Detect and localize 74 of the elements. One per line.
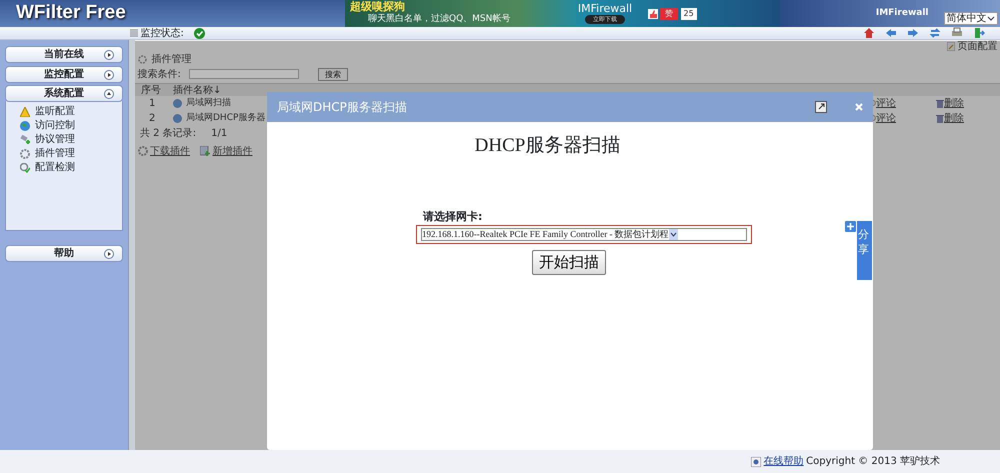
dropdown-caret-icon (668, 229, 678, 240)
page-config-icon (947, 42, 955, 50)
nic-label: 请选择网卡: (423, 208, 482, 224)
banner-tagline: 聊天黑白名单，过滤QQ、MSN帐号 (367, 12, 512, 26)
sidebar-item[interactable]: 监听配置 (35, 104, 75, 119)
page-config-link[interactable]: 页面配置 (958, 38, 998, 54)
nic-select[interactable]: 192.168.1.160--Realtek PCIe FE Family Controller - 数据包计划程 (421, 228, 747, 241)
grip-icon (130, 28, 138, 38)
back-arrow-icon[interactable] (885, 27, 897, 39)
popout-icon[interactable] (815, 101, 827, 113)
page-indicator: 1/1 (211, 127, 228, 141)
copyright-text: Copyright © 2013 苹驴技术 (806, 454, 940, 469)
dialog-title: 局域网DHCP服务器扫描 (277, 99, 407, 116)
plugin-name: 局域网DHCP服务器 (186, 112, 266, 125)
row-index: 1 (148, 97, 156, 111)
search-field[interactable] (189, 69, 300, 79)
sidebar-item[interactable]: 访问控制 (35, 118, 75, 133)
globe-icon (20, 120, 30, 130)
comment-link[interactable]: 评论 (876, 96, 896, 111)
sidebar-section-header[interactable]: 帮助 (5, 245, 123, 262)
gear-icon (20, 148, 30, 158)
add-icon (200, 146, 210, 156)
trash-icon (936, 99, 944, 108)
help-icon (751, 456, 762, 466)
gear-icon (138, 146, 148, 156)
brand-label: IMFirewall (876, 6, 928, 20)
banner-product: IMFirewall (578, 3, 632, 15)
row-index: 2 (148, 112, 156, 126)
app-title: WFilter Free (15, 1, 127, 26)
delete-link[interactable]: 删除 (944, 111, 964, 126)
dropdown-caret-icon (986, 14, 994, 22)
thumbs-up-icon (648, 8, 658, 18)
plug-icon (20, 134, 30, 144)
print-icon[interactable] (951, 27, 963, 39)
gear-icon (138, 55, 146, 64)
like-count: 25 (680, 8, 697, 20)
plugin-name: 局域网扫描 (186, 96, 231, 110)
help-link[interactable]: 在线帮助 (764, 454, 804, 469)
expand-icon[interactable] (104, 70, 114, 80)
language-select[interactable]: 简体中文 (944, 12, 998, 25)
banner-headline: 超级嗅探狗 (350, 0, 406, 13)
gear-check-icon (20, 162, 30, 172)
comment-link[interactable]: 评论 (876, 111, 896, 126)
collapse-icon[interactable] (104, 89, 114, 99)
monitor-status-label: 监控状态: (140, 26, 184, 40)
column-header[interactable]: 插件名称↓ (167, 82, 297, 98)
plus-icon[interactable] (845, 221, 856, 232)
sidebar-item[interactable]: 配置检测 (35, 160, 75, 175)
section-title: 插件管理 (152, 53, 192, 67)
home-icon[interactable] (863, 27, 875, 39)
warning-icon (20, 106, 30, 116)
sidebar-section-header[interactable]: 当前在线 (5, 46, 123, 63)
dialog-heading: DHCP服务器扫描 (474, 134, 620, 158)
expand-icon[interactable] (104, 249, 114, 259)
sidebar-item[interactable]: 插件管理 (35, 146, 75, 161)
start-scan-button[interactable]: 开始扫描 (532, 250, 606, 274)
record-count: 共 2 条记录: (140, 126, 196, 141)
expand-icon[interactable] (104, 50, 114, 60)
action-link[interactable]: 新增插件 (212, 144, 252, 158)
exit-icon[interactable] (973, 27, 985, 39)
delete-link[interactable]: 删除 (944, 96, 964, 111)
refresh-icon[interactable] (929, 27, 941, 39)
sidebar-item[interactable]: 协议管理 (35, 132, 75, 147)
sidebar-section-header[interactable]: 监控配置 (5, 66, 123, 82)
share-tab[interactable]: 分享 (857, 221, 872, 280)
column-header[interactable]: 序号 (135, 82, 167, 98)
sidebar-section-header[interactable]: 系统配置 (5, 85, 123, 102)
action-link[interactable]: 下载插件 (150, 144, 190, 158)
search-label: 搜索条件: (138, 68, 181, 82)
trash-icon (936, 114, 944, 123)
like-button[interactable]: 赞 (660, 8, 678, 20)
search-button[interactable]: 搜索 (318, 68, 348, 80)
close-icon[interactable] (855, 103, 863, 111)
forward-arrow-icon[interactable] (907, 27, 919, 39)
